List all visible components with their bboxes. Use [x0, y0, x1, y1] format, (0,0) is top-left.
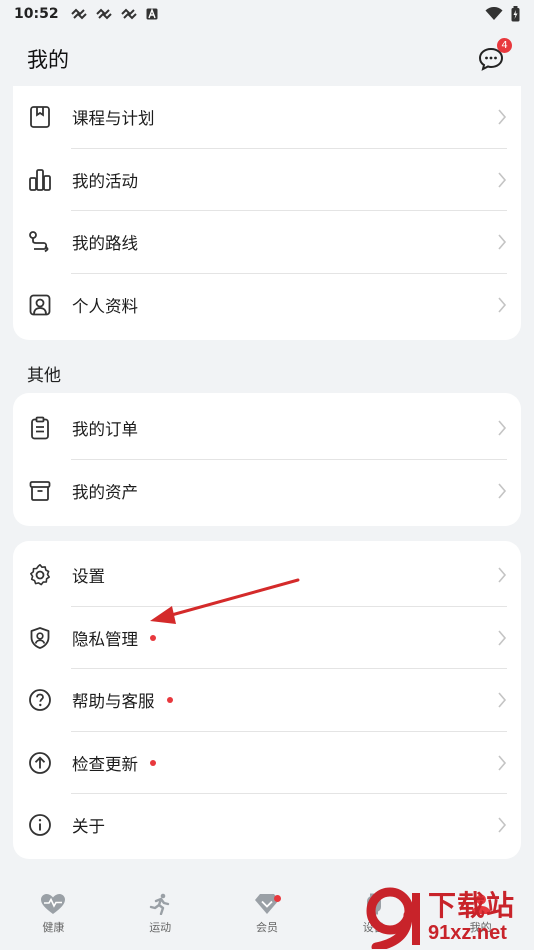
menu-item-about[interactable]: 关于 [13, 794, 521, 857]
clipboard-icon [27, 415, 53, 441]
menu-item-routes[interactable]: 我的路线 [13, 211, 521, 274]
menu-item-privacy[interactable]: 隐私管理 [13, 607, 521, 669]
section-title-other: 其他 [27, 366, 61, 386]
watermark-logo-icon [366, 887, 420, 949]
menu-item-orders[interactable]: 我的订单 [13, 397, 521, 460]
menu-item-label: 隐私管理 [72, 629, 138, 649]
menu-item-settings[interactable]: 设置 [13, 544, 521, 607]
tab-health[interactable]: 健康 [0, 885, 106, 935]
menu-item-label: 帮助与客服 [72, 692, 155, 712]
message-count-badge: 4 [497, 38, 512, 53]
menu-item-assets[interactable]: 我的资产 [13, 460, 521, 523]
watermark-url: 91xz.net [428, 921, 507, 944]
tab-label: 运动 [149, 921, 172, 934]
settings-group-card: 设置 隐私管理 帮助与客服 检查更新 关于 [13, 541, 521, 859]
app-notification-icon [120, 8, 137, 20]
watermark-text: 下载站 91xz.net [428, 888, 516, 945]
app-notification-icon [70, 8, 87, 20]
gear-icon [27, 562, 53, 588]
menu-item-label: 设置 [72, 567, 105, 587]
menu-item-label: 个人资料 [72, 296, 138, 316]
site-watermark: 下载站 91xz.net [360, 885, 534, 950]
menu-item-label: 我的路线 [72, 234, 138, 254]
profile-icon [27, 292, 53, 318]
new-indicator-dot [273, 895, 281, 902]
menu-item-label: 我的订单 [72, 420, 138, 440]
shield-user-icon [27, 625, 53, 651]
tab-label: 会员 [255, 921, 278, 934]
messages-button[interactable]: 4 [476, 38, 512, 74]
chevron-right-icon [498, 692, 507, 708]
app-notification-icon [95, 8, 112, 20]
menu-item-courses[interactable]: 课程与计划 [13, 86, 521, 149]
a-notification-icon [146, 8, 158, 20]
bookmark-book-icon [27, 104, 53, 130]
battery-icon [511, 6, 520, 22]
new-indicator-dot [150, 634, 156, 641]
heart-pulse-icon [41, 894, 66, 914]
menu-item-activities[interactable]: 我的活动 [13, 149, 521, 211]
chevron-right-icon [498, 483, 507, 499]
status-bar: 10:52 [0, 0, 534, 28]
other-group-card: 我的订单 我的资产 [13, 393, 521, 526]
page-title: 我的 [27, 48, 69, 72]
menu-item-label: 我的资产 [72, 482, 138, 502]
new-indicator-dot [166, 697, 173, 704]
activity-icon [27, 167, 53, 193]
chevron-right-icon [498, 297, 507, 313]
status-time: 10:52 [14, 6, 59, 22]
info-icon [27, 812, 53, 838]
arrow-up-circle-icon [27, 750, 53, 776]
notification-icons [70, 8, 158, 20]
chevron-right-icon [498, 234, 507, 250]
route-icon [27, 229, 53, 255]
runner-icon [149, 893, 170, 915]
wifi-icon [485, 7, 503, 20]
menu-item-label: 我的活动 [72, 171, 138, 191]
menu-item-profile[interactable]: 个人资料 [13, 274, 521, 337]
menu-item-label: 关于 [72, 817, 105, 837]
watermark-cn: 下载站 [428, 888, 516, 922]
new-indicator-dot [150, 759, 156, 766]
menu-item-help[interactable]: 帮助与客服 [13, 669, 521, 732]
help-icon [27, 687, 53, 713]
status-right [485, 6, 520, 22]
chevron-right-icon [498, 755, 507, 771]
tab-label: 健康 [42, 921, 65, 934]
chevron-right-icon [498, 172, 507, 188]
menu-item-label: 课程与计划 [72, 109, 155, 129]
personal-group-card: 课程与计划 我的活动 我的路线 个人资料 [13, 86, 521, 340]
tab-exercise[interactable]: 运动 [107, 885, 213, 935]
page-header: 我的 4 [0, 30, 534, 88]
menu-item-update[interactable]: 检查更新 [13, 732, 521, 794]
chevron-right-icon [498, 630, 507, 646]
chevron-right-icon [498, 420, 507, 436]
chevron-right-icon [498, 817, 507, 833]
box-icon [27, 478, 53, 504]
tab-membership[interactable]: 会员 [214, 885, 320, 935]
chevron-right-icon [498, 109, 507, 125]
menu-item-label: 检查更新 [72, 754, 138, 774]
chevron-right-icon [498, 567, 507, 583]
